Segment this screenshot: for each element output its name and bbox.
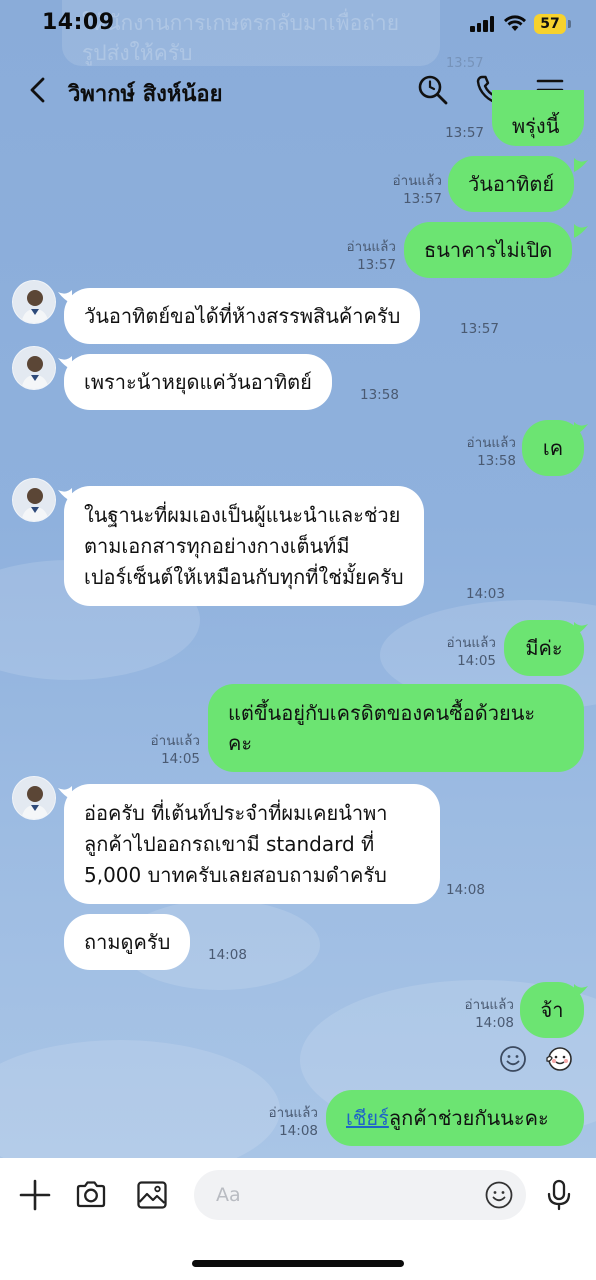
message-bubble[interactable]: ธนาคารไม่เปิด (404, 222, 573, 278)
message-bubble[interactable]: พรุ่งนี้ (492, 90, 584, 146)
message-bubble[interactable]: มีค่ะ (504, 620, 584, 676)
message-bubble[interactable]: ในฐานะที่ผมเองเป็นผู้แนะนำและช่วย ตามเอก… (64, 486, 424, 606)
chevron-left-icon[interactable] (22, 74, 54, 106)
message-time: 13:58 (360, 387, 399, 403)
message-read-status: อ่านแล้ว (392, 173, 442, 189)
message-bubble[interactable]: อ่อครับ ที่เต้นท์ประจำที่ผมเคยนำพา ลูกค้… (64, 784, 440, 904)
message-time: 14:03 (466, 586, 505, 602)
message-bubble[interactable]: วันอาทิตย์ขอได้ที่ห้างสรรพสินค้าครับ (64, 288, 421, 344)
message-bubble[interactable]: เพราะน้าหยุดแค่วันอาทิตย์ (64, 354, 332, 410)
message-read-status: อ่านแล้ว (464, 997, 514, 1013)
message-text-line: เปอร์เซ็นต์ให้เหมือนกับทุกที่ใช่มั้ยครับ (84, 565, 404, 589)
message-bubble[interactable]: ถามดูครับ (64, 914, 191, 970)
message-text: ลูกค้าช่วยกันนะคะ (388, 1106, 549, 1130)
message-text: วันอาทิตย์ขอได้ที่ห้างสรรพสินค้าครับ (84, 304, 401, 328)
message-text-line: คะ (228, 731, 253, 755)
message-text: มีค่ะ (525, 636, 563, 660)
wifi-icon (504, 15, 526, 31)
bubble-tail (574, 422, 588, 436)
contact-avatar[interactable] (12, 478, 56, 522)
bubble-tail (574, 622, 588, 636)
message-time: 14:05 (161, 751, 200, 767)
plus-icon[interactable] (18, 1178, 52, 1212)
message-text-line: 5,000 บาทครับเลยสอบถามดำครับ (84, 863, 387, 887)
cellular-signal-icon (470, 16, 496, 32)
bubble-tail (574, 158, 588, 172)
message-input[interactable] (194, 1170, 526, 1220)
message-read-status: อ่านแล้ว (446, 635, 496, 651)
message-text-line: ในฐานะที่ผมเองเป็นผู้แนะนำและช่วย (84, 503, 401, 527)
message-time: 14:08 (279, 1123, 318, 1139)
message-text: ธนาคารไม่เปิด (424, 238, 553, 262)
message-text: วันอาทิตย์ (468, 172, 555, 196)
message-text: เค (542, 436, 564, 460)
message-time: 13:57 (445, 125, 484, 141)
message-text: ถามดูครับ (84, 930, 171, 954)
message-time: 13:57 (403, 191, 442, 207)
message-link-word[interactable]: เชียร์ (346, 1106, 389, 1130)
cheek-pinch-sticker-icon[interactable] (544, 1044, 574, 1074)
emoji-icon[interactable] (484, 1180, 514, 1210)
search-icon[interactable] (415, 72, 451, 108)
message-read-status: อ่านแล้ว (346, 239, 396, 255)
bubble-tail (574, 224, 588, 238)
contact-avatar[interactable] (12, 280, 56, 324)
image-icon[interactable] (135, 1178, 169, 1212)
battery-indicator: 57 (534, 14, 566, 34)
message-text: พรุ่งนี้ (512, 114, 560, 138)
bubble-tail (574, 984, 588, 998)
message-time: 14:08 (475, 1015, 514, 1031)
message-text: จ้า (540, 998, 564, 1022)
status-clock: 14:09 (42, 10, 115, 35)
message-text-line: ตามเอกสารทุกอย่างกางเต็นท์มี (84, 534, 350, 558)
message-text-line: อ่อครับ ที่เต้นท์ประจำที่ผมเคยนำพา (84, 801, 388, 825)
message-time: 14:05 (457, 653, 496, 669)
smiley-reaction-icon[interactable] (498, 1044, 528, 1074)
camera-icon[interactable] (74, 1178, 108, 1212)
message-time: 14:08 (208, 947, 247, 963)
contact-avatar[interactable] (12, 346, 56, 390)
message-read-status: อ่านแล้ว (466, 435, 516, 451)
message-time: 13:57 (357, 257, 396, 273)
home-indicator (192, 1260, 404, 1267)
contact-avatar[interactable] (12, 776, 56, 820)
message-text: เพราะน้าหยุดแค่วันอาทิตย์ (84, 370, 312, 394)
message-read-status: อ่านแล้ว (150, 733, 200, 749)
contact-name[interactable]: วิพากษ์ สิงห์น้อย (68, 76, 223, 111)
message-time: 13:57 (460, 321, 499, 337)
message-time: 14:08 (446, 882, 485, 898)
status-bar: 14:09 57 (0, 0, 596, 48)
battery-tip (568, 20, 571, 28)
message-bubble[interactable]: แต่ขึ้นอยู่กับเครดิตของคนซื้อด้วยนะ คะ (208, 684, 584, 772)
message-text-line: แต่ขึ้นอยู่กับเครดิตของคนซื้อด้วยนะ (228, 701, 536, 725)
message-time: 13:58 (477, 453, 516, 469)
message-read-status: อ่านแล้ว (268, 1105, 318, 1121)
message-text-line: ลูกค้าไปออกรถเขามี standard ที่ (84, 832, 375, 856)
message-bubble[interactable]: วันอาทิตย์ (448, 156, 575, 212)
message-bubble[interactable]: เชียร์ลูกค้าช่วยกันนะคะ (326, 1090, 584, 1146)
microphone-icon[interactable] (542, 1178, 576, 1212)
